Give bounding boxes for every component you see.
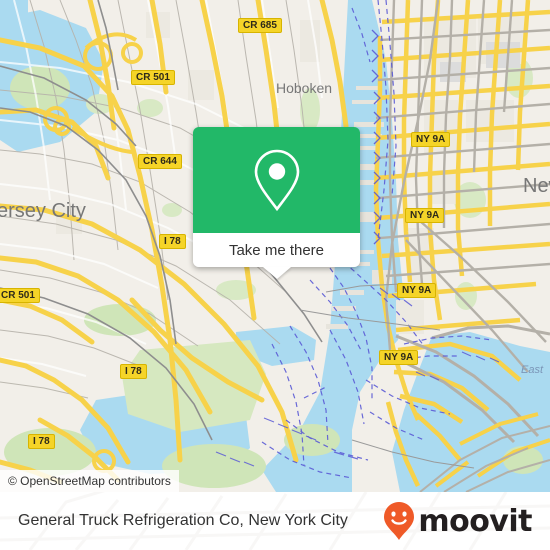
- road-shield: NY 9A: [405, 208, 445, 223]
- moovit-logo[interactable]: moovit: [382, 501, 532, 541]
- road-shield: I 78: [159, 234, 186, 249]
- road-shield: NY 9A: [411, 132, 451, 147]
- footer-content: General Truck Refrigeration Co, New York…: [0, 492, 550, 550]
- moovit-pin-icon: [384, 502, 415, 540]
- place-label-hoboken: Hoboken: [276, 80, 333, 96]
- popup-icon-area: [193, 127, 360, 233]
- take-me-there-label: Take me there: [228, 241, 325, 259]
- map-attribution[interactable]: © OpenStreetMap contributors: [0, 470, 179, 492]
- map-pin-icon: [254, 149, 299, 212]
- map-viewport[interactable]: CR 685 CR 501 CR 644 I 78 CR 501 I 78 I …: [0, 0, 550, 492]
- map-screenshot: CR 685 CR 501 CR 644 I 78 CR 501 I 78 I …: [0, 0, 550, 550]
- road-shield: CR 685: [238, 18, 282, 33]
- place-label-new-york: New: [523, 175, 550, 197]
- popup-tail-pointer: [262, 267, 291, 279]
- moovit-wordmark: moovit: [418, 503, 532, 539]
- footer-bar: General Truck Refrigeration Co, New York…: [0, 492, 550, 550]
- road-shield: I 78: [28, 434, 55, 449]
- place-label-east-river: East: [521, 364, 544, 376]
- road-shield: CR 501: [131, 70, 175, 85]
- place-label-jersey-city: ersey City: [0, 200, 86, 222]
- road-shield: I 78: [120, 364, 147, 379]
- road-shield: CR 501: [0, 288, 40, 303]
- location-popup-card[interactable]: Take me there: [193, 127, 360, 279]
- take-me-there-button[interactable]: Take me there: [193, 233, 360, 267]
- road-shield: CR 644: [138, 154, 182, 169]
- location-title: General Truck Refrigeration Co, New York…: [18, 512, 348, 529]
- attribution-text: © OpenStreetMap contributors: [8, 474, 171, 488]
- road-shield: NY 9A: [379, 350, 419, 365]
- road-shield: NY 9A: [397, 283, 437, 298]
